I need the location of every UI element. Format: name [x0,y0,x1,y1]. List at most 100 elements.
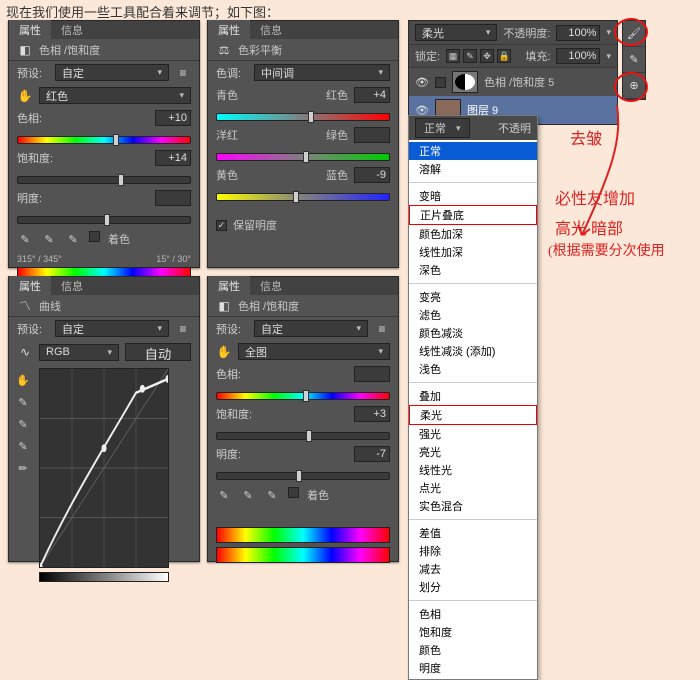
cb-val-2[interactable] [354,127,390,143]
preserve-lum-check[interactable]: ✓ [216,220,227,231]
light-slider[interactable] [216,472,390,480]
visibility-icon[interactable]: 👁 [415,76,429,89]
eyedropper-icon[interactable]: ✎ [216,487,232,503]
gray-point-icon[interactable]: ✎ [15,416,31,432]
mode-linearlight[interactable]: 线性光 [409,461,537,479]
mode-normal[interactable]: 正常 [409,142,537,160]
hue-slider[interactable] [216,392,390,400]
tab-info[interactable]: 信息 [250,20,292,40]
mode-exclusion[interactable]: 排除 [409,542,537,560]
cb-val-1[interactable]: +4 [354,87,390,103]
green-label: 绿色 [326,127,348,143]
dropdown-current[interactable]: 正常▾ [415,118,470,138]
lock-brush-icon[interactable]: ✎ [463,49,477,63]
mode-multiply[interactable]: 正片叠底 [409,205,537,225]
mode-hue[interactable]: 色相 [409,605,537,623]
cb-slider-2[interactable] [216,153,390,161]
tab-properties[interactable]: 属性 [9,20,51,40]
mode-difference[interactable]: 差值 [409,524,537,542]
light-value[interactable]: -7 [354,446,390,462]
menu-icon[interactable]: ≡ [175,65,191,81]
preset-select[interactable]: 自定▾ [55,64,169,81]
light-slider[interactable] [17,216,191,224]
hand-icon[interactable]: ✋ [216,344,232,360]
tab-info[interactable]: 信息 [51,276,93,296]
mode-hardmix[interactable]: 实色混合 [409,497,537,515]
layer-item-1[interactable]: 👁 色相 /饱和度 5 [409,68,617,96]
eyedropper-add-icon[interactable]: ✎ [41,231,57,247]
mode-subtract[interactable]: 减去 [409,560,537,578]
hue-slider[interactable] [17,136,191,144]
mode-vividlight[interactable]: 亮光 [409,443,537,461]
eyedropper-add-icon[interactable]: ✎ [240,487,256,503]
curve-icon[interactable]: ∿ [17,344,33,360]
mode-linearburn[interactable]: 线性加深 [409,243,537,261]
redeye-tool-icon[interactable]: ⊕ [623,73,645,99]
brush-tool-icon[interactable]: 🖌 [623,21,645,47]
mode-lighten[interactable]: 变亮 [409,288,537,306]
chevron-down-icon[interactable]: ▾ [606,27,611,38]
blend-mode-select[interactable]: 柔光▾ [415,24,497,41]
hue-value[interactable] [354,366,390,382]
preset-select[interactable]: 自定▾ [55,320,169,337]
light-value[interactable] [155,190,191,206]
cb-slider-1[interactable] [216,113,390,121]
mode-colordodge[interactable]: 颜色减淡 [409,324,537,342]
pencil-icon[interactable]: ✏ [15,460,31,476]
mode-screen[interactable]: 滤色 [409,306,537,324]
layer-link-icon[interactable] [435,77,446,88]
mode-lineardodge[interactable]: 线性减淡 (添加) [409,342,537,360]
hand-tool-icon[interactable]: ✋ [15,372,31,388]
lock-transparent-icon[interactable]: ▦ [446,49,460,63]
sat-slider[interactable] [216,432,390,440]
colorize-check[interactable] [89,231,100,242]
eyedropper-sub-icon[interactable]: ✎ [65,231,81,247]
opacity-value[interactable]: 100% [556,25,600,41]
mode-colorburn[interactable]: 颜色加深 [409,225,537,243]
mode-color[interactable]: 颜色 [409,641,537,659]
hue-value[interactable]: +10 [155,110,191,126]
tab-properties[interactable]: 属性 [208,20,250,40]
mode-pinlight[interactable]: 点光 [409,479,537,497]
black-point-icon[interactable]: ✎ [15,394,31,410]
auto-button[interactable]: 自动 [125,343,191,361]
lock-move-icon[interactable]: ✥ [480,49,494,63]
tone-select[interactable]: 中间调▾ [254,64,390,81]
eyedropper-sub-icon[interactable]: ✎ [264,487,280,503]
preset-select[interactable]: 自定▾ [254,320,368,337]
range-select[interactable]: 全图▾ [238,343,390,360]
mode-softlight[interactable]: 柔光 [409,405,537,425]
mode-saturation[interactable]: 饱和度 [409,623,537,641]
cb-slider-3[interactable] [216,193,390,201]
menu-icon[interactable]: ≡ [374,321,390,337]
hand-icon[interactable]: ✋ [17,88,33,104]
healing-tool-icon[interactable]: ✎ [623,47,645,73]
blend-mode-dropdown: 正常▾ 不透明 正常 溶解 变暗 正片叠底 颜色加深 线性加深 深色 变亮 滤色… [408,115,538,680]
mode-lightercolor[interactable]: 浅色 [409,360,537,378]
channel-select[interactable]: RGB▾ [39,344,119,361]
tab-properties[interactable]: 属性 [9,276,51,296]
tab-info[interactable]: 信息 [51,20,93,40]
mode-dissolve[interactable]: 溶解 [409,160,537,178]
mode-darken[interactable]: 变暗 [409,187,537,205]
fill-value[interactable]: 100% [556,48,600,64]
curves-graph[interactable] [39,368,169,568]
chevron-down-icon[interactable]: ▾ [606,51,611,62]
cb-val-3[interactable]: -9 [354,167,390,183]
range-select[interactable]: 红色▾ [39,87,191,104]
colorize-check[interactable] [288,487,299,498]
mode-overlay[interactable]: 叠加 [409,387,537,405]
sat-value[interactable]: +14 [155,150,191,166]
eyedropper-icon[interactable]: ✎ [17,231,33,247]
white-point-icon[interactable]: ✎ [15,438,31,454]
sat-slider[interactable] [17,176,191,184]
mode-hardlight[interactable]: 强光 [409,425,537,443]
mode-darkercolor[interactable]: 深色 [409,261,537,279]
tab-info[interactable]: 信息 [250,276,292,296]
mode-divide[interactable]: 划分 [409,578,537,596]
menu-icon[interactable]: ≡ [175,321,191,337]
tab-properties[interactable]: 属性 [208,276,250,296]
sat-value[interactable]: +3 [354,406,390,422]
mode-luminosity[interactable]: 明度 [409,659,537,677]
lock-all-icon[interactable]: 🔒 [497,49,511,63]
